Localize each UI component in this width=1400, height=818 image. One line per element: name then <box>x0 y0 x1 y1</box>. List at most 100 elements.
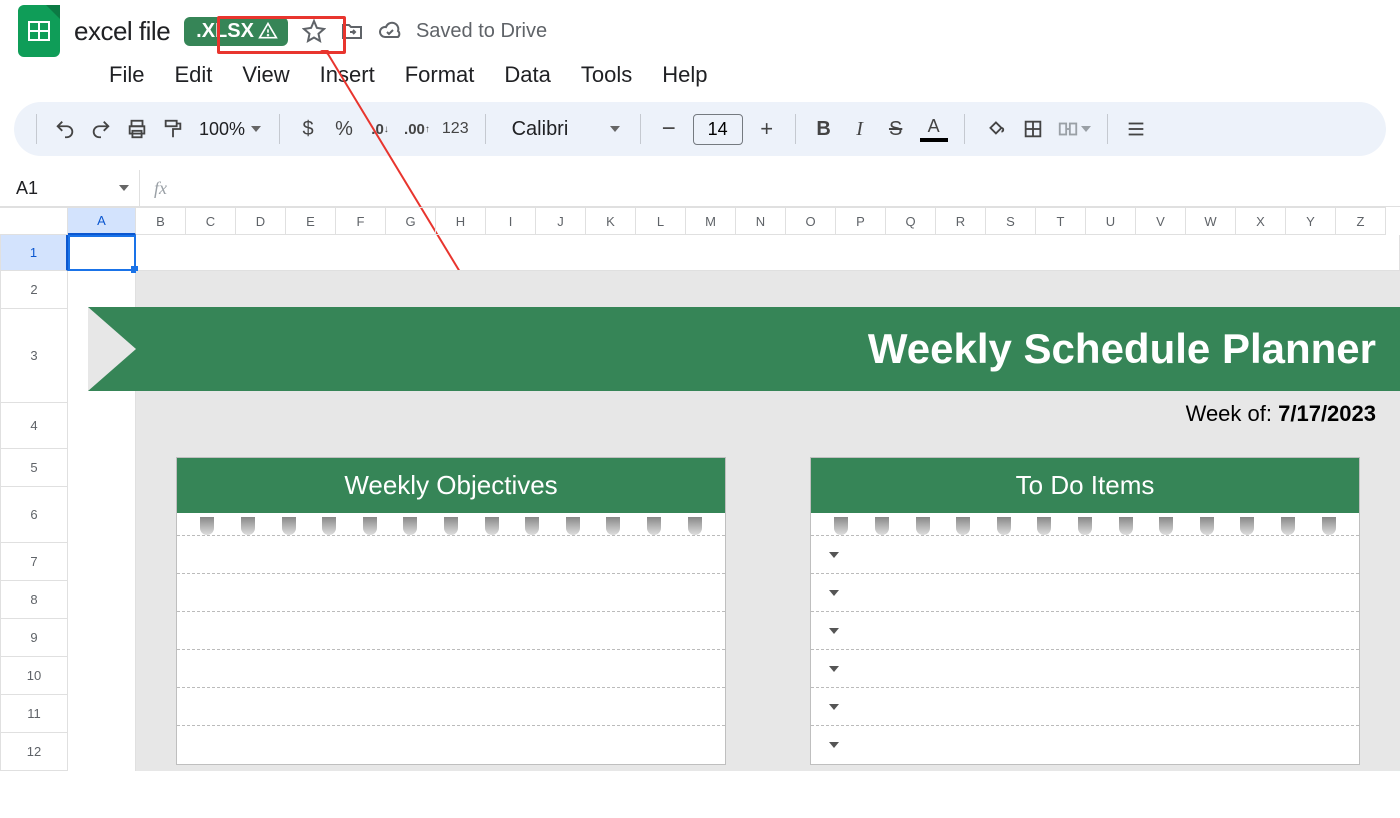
col-header-E[interactable]: E <box>286 207 336 235</box>
row-header-12[interactable]: 12 <box>0 733 68 771</box>
row-header-10[interactable]: 10 <box>0 657 68 695</box>
col-header-X[interactable]: X <box>1236 207 1286 235</box>
col-header-D[interactable]: D <box>236 207 286 235</box>
print-button[interactable] <box>121 111 153 147</box>
paint-format-button[interactable] <box>157 111 189 147</box>
list-item[interactable] <box>811 726 1359 764</box>
fill-color-button[interactable] <box>977 111 1013 147</box>
chevron-down-icon[interactable] <box>829 590 839 596</box>
font-select[interactable]: Calibri <box>498 118 628 141</box>
list-item[interactable] <box>811 650 1359 688</box>
col-header-H[interactable]: H <box>436 207 486 235</box>
row-header-8[interactable]: 8 <box>0 581 68 619</box>
font-size-input[interactable]: 14 <box>693 114 743 145</box>
chevron-down-icon <box>1081 126 1091 132</box>
undo-button[interactable] <box>49 111 81 147</box>
more-formats-button[interactable]: 123 <box>438 111 473 147</box>
col-header-C[interactable]: C <box>186 207 236 235</box>
row-header-3[interactable]: 3 <box>0 309 68 403</box>
save-status: Saved to Drive <box>416 20 547 43</box>
col-header-T[interactable]: T <box>1036 207 1086 235</box>
menu-insert[interactable]: Insert <box>306 56 389 94</box>
chevron-down-icon[interactable] <box>829 704 839 710</box>
list-item[interactable] <box>811 688 1359 726</box>
star-icon[interactable] <box>302 19 326 43</box>
name-box[interactable]: A1 <box>0 170 140 206</box>
zoom-select[interactable]: 100% <box>193 119 267 140</box>
font-size-decrease[interactable]: − <box>653 111 685 147</box>
decrease-decimal-button[interactable]: .0↓ <box>364 111 396 147</box>
chevron-down-icon[interactable] <box>829 666 839 672</box>
menu-help[interactable]: Help <box>648 56 721 94</box>
col-header-Y[interactable]: Y <box>1286 207 1336 235</box>
currency-button[interactable]: $ <box>292 111 324 147</box>
list-item[interactable] <box>177 726 725 764</box>
strikethrough-button[interactable]: S <box>880 111 912 147</box>
text-color-button[interactable]: A <box>916 111 952 147</box>
list-item[interactable] <box>811 612 1359 650</box>
increase-decimal-button[interactable]: .00↑ <box>400 111 434 147</box>
banner-title: Weekly Schedule Planner <box>868 325 1376 373</box>
col-header-O[interactable]: O <box>786 207 836 235</box>
col-header-F[interactable]: F <box>336 207 386 235</box>
list-item[interactable] <box>177 650 725 688</box>
row-header-6[interactable]: 6 <box>0 487 68 543</box>
col-header-A[interactable]: A <box>68 207 136 235</box>
bold-button[interactable]: B <box>808 111 840 147</box>
merge-cells-button[interactable] <box>1053 111 1095 147</box>
menu-data[interactable]: Data <box>490 56 564 94</box>
move-folder-icon[interactable] <box>340 19 364 43</box>
col-header-S[interactable]: S <box>986 207 1036 235</box>
list-item[interactable] <box>177 688 725 726</box>
col-header-P[interactable]: P <box>836 207 886 235</box>
col-header-K[interactable]: K <box>586 207 636 235</box>
menu-edit[interactable]: Edit <box>160 56 226 94</box>
select-all-corner[interactable] <box>0 207 68 235</box>
row-header-9[interactable]: 9 <box>0 619 68 657</box>
col-header-L[interactable]: L <box>636 207 686 235</box>
menu-tools[interactable]: Tools <box>567 56 646 94</box>
warning-icon <box>258 21 278 41</box>
col-header-N[interactable]: N <box>736 207 786 235</box>
row-header-11[interactable]: 11 <box>0 695 68 733</box>
xlsx-badge[interactable]: .XLSX <box>184 17 288 46</box>
row-header-7[interactable]: 7 <box>0 543 68 581</box>
sheets-logo[interactable] <box>18 5 60 57</box>
row-header-1[interactable]: 1 <box>0 235 68 271</box>
font-size-increase[interactable]: + <box>751 111 783 147</box>
col-header-U[interactable]: U <box>1086 207 1136 235</box>
row-header-4[interactable]: 4 <box>0 403 68 449</box>
card-header: Weekly Objectives <box>177 458 725 513</box>
italic-button[interactable]: I <box>844 111 876 147</box>
list-item[interactable] <box>811 536 1359 574</box>
col-header-V[interactable]: V <box>1136 207 1186 235</box>
percent-button[interactable]: % <box>328 111 360 147</box>
col-header-J[interactable]: J <box>536 207 586 235</box>
chevron-down-icon[interactable] <box>829 552 839 558</box>
list-item[interactable] <box>177 612 725 650</box>
horizontal-align-button[interactable] <box>1120 111 1152 147</box>
row-header-2[interactable]: 2 <box>0 271 68 309</box>
todo-items-card: To Do Items <box>810 457 1360 765</box>
chevron-down-icon[interactable] <box>829 742 839 748</box>
redo-button[interactable] <box>85 111 117 147</box>
col-header-Z[interactable]: Z <box>1336 207 1386 235</box>
col-header-I[interactable]: I <box>486 207 536 235</box>
col-header-B[interactable]: B <box>136 207 186 235</box>
list-item[interactable] <box>177 574 725 612</box>
list-item[interactable] <box>811 574 1359 612</box>
menu-view[interactable]: View <box>228 56 303 94</box>
menu-format[interactable]: Format <box>391 56 489 94</box>
menu-file[interactable]: File <box>95 56 158 94</box>
col-header-Q[interactable]: Q <box>886 207 936 235</box>
chevron-down-icon[interactable] <box>829 628 839 634</box>
row-header-5[interactable]: 5 <box>0 449 68 487</box>
borders-button[interactable] <box>1017 111 1049 147</box>
doc-title[interactable]: excel file <box>74 16 170 47</box>
col-header-G[interactable]: G <box>386 207 436 235</box>
col-header-R[interactable]: R <box>936 207 986 235</box>
list-item[interactable] <box>177 536 725 574</box>
cloud-saved-icon[interactable] <box>378 19 402 43</box>
col-header-W[interactable]: W <box>1186 207 1236 235</box>
col-header-M[interactable]: M <box>686 207 736 235</box>
